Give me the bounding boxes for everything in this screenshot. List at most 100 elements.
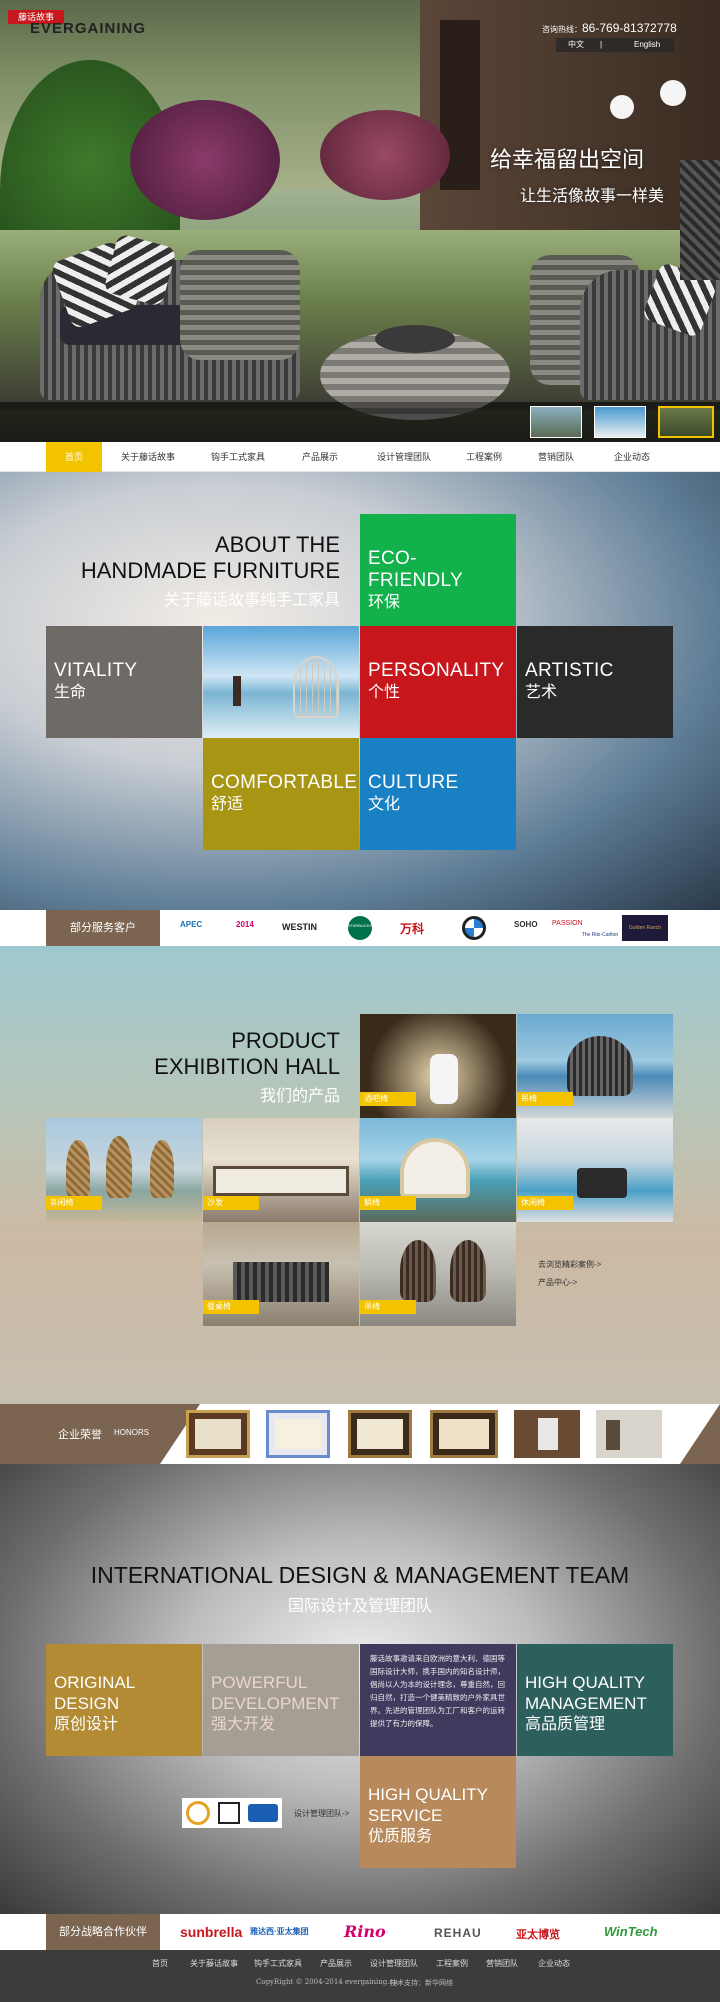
product-hanging-chair-2[interactable]: 吊椅 xyxy=(360,1222,516,1326)
tile-vitality[interactable]: VITALITY 生命 xyxy=(46,626,202,738)
link-product-center[interactable]: 产品中心-> xyxy=(538,1277,577,1288)
client-logo-apec[interactable]: APEC xyxy=(180,920,202,929)
team-tile-original-design[interactable]: ORIGINAL DESIGN 原创设计 xyxy=(46,1644,202,1756)
footer-link-about[interactable]: 关于藤话故事 xyxy=(190,1958,238,1969)
about-title-line1: ABOUT THE xyxy=(214,532,340,557)
products-title-line1: PRODUCT xyxy=(231,1028,340,1053)
team-tile-cn: 优质服务 xyxy=(368,1828,433,1845)
nav-item-design-team[interactable]: 设计管理团队 xyxy=(366,442,442,472)
footer-link-design-team[interactable]: 设计管理团队 xyxy=(370,1958,418,1969)
partner-logo-sunbrella[interactable]: sunbrella xyxy=(180,1924,242,1940)
honor-certificate-4[interactable] xyxy=(430,1410,498,1458)
partners-bar: 部分战略合作伙伴 sunbrella 雅达西·亚太集团 Rino REHAU 亚… xyxy=(0,1914,720,1950)
hanging-chair-shape-1 xyxy=(400,1240,436,1302)
bar-chair-shape xyxy=(430,1054,458,1104)
slider-thumb-1[interactable] xyxy=(530,406,582,438)
footer-link-products[interactable]: 产品展示 xyxy=(320,1958,352,1969)
partner-logo-yadaxi[interactable]: 雅达西·亚太集团 xyxy=(250,1926,309,1937)
hero-banner: 藤话故事 EVERGAINING 咨询热线： 86-769-81372778 中… xyxy=(0,0,720,442)
product-leisure-chair[interactable]: 휴闲椅 xyxy=(46,1118,202,1222)
footer-link-projects[interactable]: 工程案例 xyxy=(436,1958,468,1969)
client-logo-westin[interactable]: WESTIN xyxy=(282,922,317,932)
product-hanging-chair-1[interactable]: 吊椅 xyxy=(517,1014,673,1118)
footer-link-news[interactable]: 企业动态 xyxy=(538,1958,570,1969)
product-bar-chair[interactable]: 酒吧椅 xyxy=(360,1014,516,1118)
slider-thumb-3-active[interactable] xyxy=(658,406,714,438)
client-logo-soho[interactable]: SOHO xyxy=(514,920,538,929)
nav-item-about[interactable]: 关于藤话故事 xyxy=(110,442,186,472)
partner-logo-asia-pacific[interactable]: 亚太博览 xyxy=(516,1926,560,1942)
honor-certificate-3[interactable] xyxy=(348,1410,412,1458)
team-tile-en1: HIGH QUALITY xyxy=(525,1673,645,1692)
language-switcher: 中文 | English xyxy=(556,38,674,52)
nav-item-news[interactable]: 企业动态 xyxy=(600,442,664,472)
client-logo-vanke[interactable]: 万科 xyxy=(400,920,424,937)
honor-photo-1[interactable] xyxy=(514,1410,580,1458)
client-logo-starbucks[interactable]: STARBUCKS xyxy=(348,916,372,940)
client-logo-2014[interactable]: 2014 xyxy=(236,920,254,929)
honor-certificate-1[interactable] xyxy=(186,1410,250,1458)
slider-thumb-2[interactable] xyxy=(594,406,646,438)
nav-item-products[interactable]: 产品展示 xyxy=(290,442,350,472)
table-set-shape xyxy=(577,1168,627,1198)
team-tile-en1: POWERFUL xyxy=(211,1673,308,1692)
partner-logo-rino[interactable]: Rino xyxy=(344,1922,386,1941)
tile-comfortable[interactable]: COMFORTABLE 舒适 xyxy=(203,738,359,850)
lang-cn[interactable]: 中文 xyxy=(568,38,584,52)
nav-item-handmade[interactable]: 钩手工式家具 xyxy=(200,442,276,472)
client-logo-passion[interactable]: PASSION xyxy=(552,920,583,927)
partner-logo-rehau[interactable]: REHAU xyxy=(434,1926,482,1940)
product-label: 餐桌椅 xyxy=(203,1300,259,1314)
hotline-number: 86-769-81372778 xyxy=(582,21,677,35)
tile-eco-friendly[interactable]: ECO-FRIENDLY 环保 xyxy=(360,514,516,626)
honor-photo-2[interactable] xyxy=(596,1410,662,1458)
about-title-line2: HANDMADE FURNITURE xyxy=(80,558,340,583)
footer-link-marketing[interactable]: 营销团队 xyxy=(486,1958,518,1969)
client-logo-bmw[interactable]: BMW xyxy=(457,916,486,950)
partner-logo-wintech[interactable]: WinTech xyxy=(604,1924,658,1939)
product-dining-set[interactable]: 餐桌椅 xyxy=(203,1222,359,1326)
lang-en[interactable]: English xyxy=(634,38,660,52)
hanging-pod xyxy=(567,1036,633,1096)
team-tile-cn: 原创设计 xyxy=(54,1716,119,1733)
starbucks-text: STARBUCKS xyxy=(347,923,373,928)
products-section: PRODUCT EXHIBITION HALL 我们的产品 酒吧椅 吊椅 휴闲椅… xyxy=(0,946,720,1404)
logo-wordmark[interactable]: EVERGAINING xyxy=(30,20,146,37)
dining-set-shape xyxy=(233,1262,329,1302)
link-browse-cases[interactable]: 去浏览精彩案例-> xyxy=(538,1259,601,1270)
trophy-shape xyxy=(606,1420,620,1450)
tile-cn: 舒适 xyxy=(211,796,244,813)
nav-item-marketing[interactable]: 营销团队 xyxy=(528,442,584,472)
lounger-shape xyxy=(400,1138,470,1198)
honor-certificate-2[interactable] xyxy=(266,1410,330,1458)
nav-item-projects[interactable]: 工程案例 xyxy=(456,442,512,472)
client-logo-golden-ranch[interactable]: Golden Ranch xyxy=(622,915,668,941)
footer-link-home[interactable]: 首页 xyxy=(152,1958,168,1969)
tile-cn: 生命 xyxy=(54,684,87,701)
about-section: ABOUT THE HANDMADE FURNITURE 关于藤话故事纯手工家具… xyxy=(0,472,720,910)
product-sofa[interactable]: 沙发 xyxy=(203,1118,359,1222)
team-tile-high-quality-service[interactable]: HIGH QUALITY SERVICE 优质服务 xyxy=(360,1756,516,1868)
egg-chair-2 xyxy=(106,1136,132,1198)
tile-artistic[interactable]: ARTISTIC 艺术 xyxy=(517,626,673,738)
beach-birdcage-photo xyxy=(203,626,359,738)
product-lounger[interactable]: 躺椅 xyxy=(360,1118,516,1222)
sofa-shape xyxy=(213,1166,349,1196)
product-label: 躺椅 xyxy=(360,1196,416,1210)
tile-culture[interactable]: CULTURE 文化 xyxy=(360,738,516,850)
team-tile-high-quality-management[interactable]: HIGH QUALITY MANAGEMENT 高品质管理 xyxy=(517,1644,673,1756)
nav-item-home[interactable]: 首页 xyxy=(46,442,102,472)
product-leisure-chair-2[interactable]: 休闲椅 xyxy=(517,1118,673,1222)
team-tile-en1: HIGH QUALITY xyxy=(368,1785,488,1804)
tile-en: ECO-FRIENDLY xyxy=(368,548,463,591)
footer-link-handmade[interactable]: 钩手工式家具 xyxy=(254,1958,302,1969)
clients-bar: 部分服务客户 APEC 2014 WESTIN STARBUCKS 万科 BMW… xyxy=(0,910,720,950)
client-logo-ritz[interactable]: The Ritz-Carlton xyxy=(580,914,620,942)
tile-personality[interactable]: PERSONALITY 个性 xyxy=(360,626,516,738)
link-design-team[interactable]: 设计管理团队-> xyxy=(294,1808,349,1819)
cert-logo-3 xyxy=(248,1804,278,1822)
about-title-cn: 关于藤话故事纯手工家具 xyxy=(163,592,340,609)
team-tile-en2: DESIGN xyxy=(54,1694,120,1713)
team-description: 藤话故事邀请来自欧洲的意大利、德国等国际设计大师，携手国内的知名设计师，倡尚以人… xyxy=(360,1644,516,1756)
team-tile-powerful-development[interactable]: POWERFUL DEVELOPMENT 强大开发 xyxy=(203,1644,359,1756)
